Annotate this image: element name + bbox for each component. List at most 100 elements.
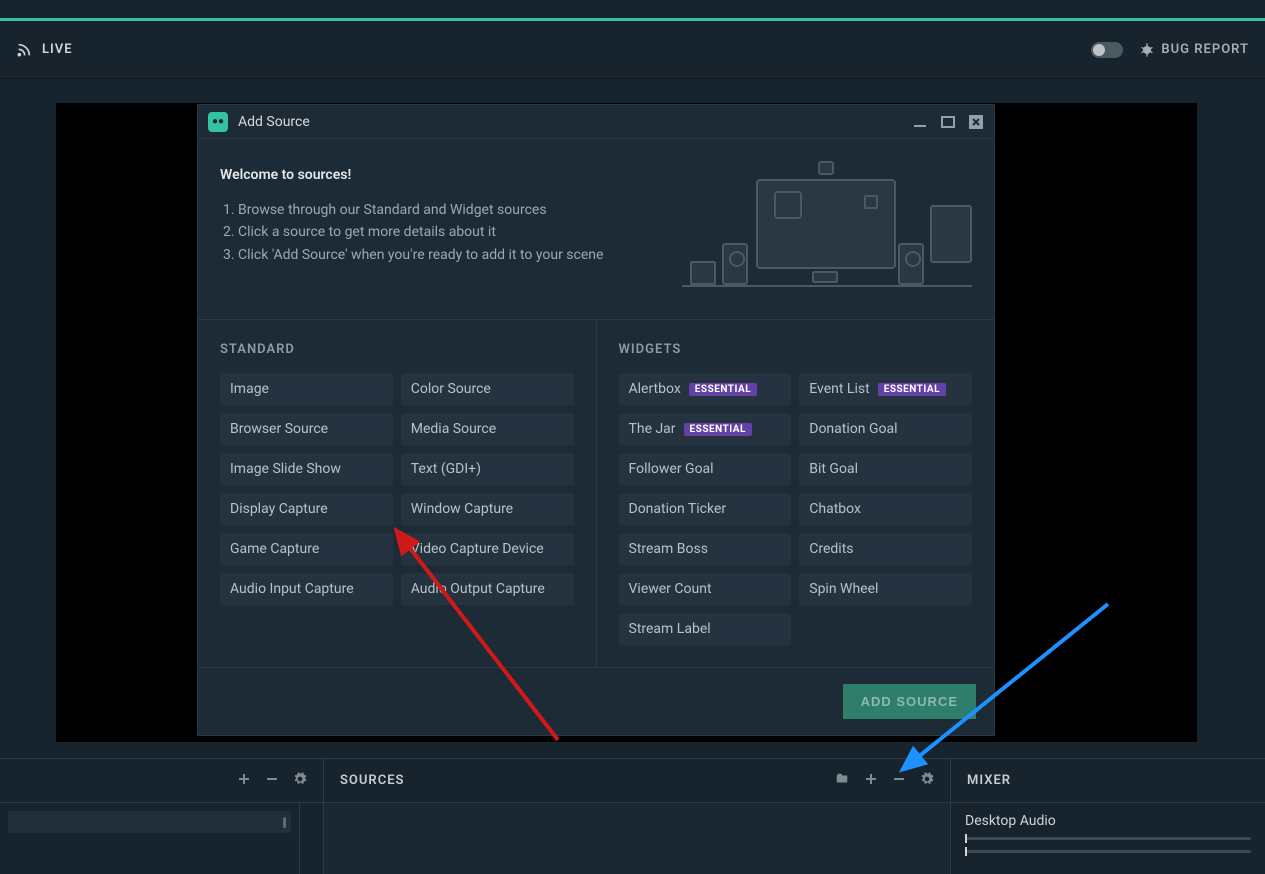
mixer-panel-body: Desktop Audio bbox=[951, 803, 1265, 874]
widget-item-label: Event List bbox=[809, 381, 869, 397]
widget-item-label: Follower Goal bbox=[629, 461, 714, 477]
add-source-dialog: ●● Add Source Welcome to sources! Browse… bbox=[197, 104, 995, 736]
widget-item-label: Donation Goal bbox=[809, 421, 897, 437]
widget-item-alertbox[interactable]: Alertbox ESSENTIAL bbox=[619, 373, 792, 405]
dialog-intro: Welcome to sources! Browse through our S… bbox=[198, 139, 994, 320]
essential-badge: ESSENTIAL bbox=[684, 423, 752, 436]
gear-icon[interactable] bbox=[293, 772, 307, 790]
widget-item-label: Donation Ticker bbox=[629, 501, 727, 517]
source-item-media-source[interactable]: Media Source bbox=[401, 413, 574, 445]
close-icon[interactable] bbox=[968, 115, 984, 129]
bug-report-label: BUG REPORT bbox=[1161, 42, 1249, 57]
widget-item-credits[interactable]: Credits bbox=[799, 533, 972, 565]
bug-report-button[interactable]: BUG REPORT bbox=[1139, 42, 1249, 58]
source-item-label: Image Slide Show bbox=[230, 461, 341, 477]
drag-handle-icon[interactable]: ||| bbox=[282, 815, 285, 829]
source-item-window-capture[interactable]: Window Capture bbox=[401, 493, 574, 525]
folder-icon[interactable] bbox=[834, 772, 850, 790]
widget-item-the-jar[interactable]: The Jar ESSENTIAL bbox=[619, 413, 792, 445]
widgets-heading: WIDGETS bbox=[619, 342, 973, 357]
mixer-label: MIXER bbox=[967, 773, 1011, 788]
source-item-label: Browser Source bbox=[230, 421, 328, 437]
add-source-button[interactable]: ADD SOURCE bbox=[843, 684, 976, 719]
widget-item-follower-goal[interactable]: Follower Goal bbox=[619, 453, 792, 485]
widget-sources-column: WIDGETS Alertbox ESSENTIAL Event List ESSEN… bbox=[597, 320, 995, 667]
source-item-display-capture[interactable]: Display Capture bbox=[220, 493, 393, 525]
widget-item-label: Bit Goal bbox=[809, 461, 858, 477]
standard-sources-column: STANDARD Image Color Source Browser Source… bbox=[198, 320, 597, 667]
maximize-icon[interactable] bbox=[940, 115, 956, 129]
widget-item-label: The Jar bbox=[629, 421, 676, 437]
source-item-text-gdi-[interactable]: Text (GDI+) bbox=[401, 453, 574, 485]
widget-item-donation-ticker[interactable]: Donation Ticker bbox=[619, 493, 792, 525]
essential-badge: ESSENTIAL bbox=[878, 383, 946, 396]
instruction-item: Click a source to get more details about… bbox=[238, 221, 603, 243]
sources-label: SOURCES bbox=[340, 773, 404, 788]
plus-icon[interactable] bbox=[864, 772, 878, 790]
bottom-panels: SOURCES MIXER ||| Desktop Audio bbox=[0, 758, 1265, 874]
widget-item-label: Chatbox bbox=[809, 501, 861, 517]
source-item-audio-input-capture[interactable]: Audio Input Capture bbox=[220, 573, 393, 605]
source-item-label: Media Source bbox=[411, 421, 496, 437]
mixer-volume-track[interactable] bbox=[965, 850, 1251, 853]
dialog-titlebar: ●● Add Source bbox=[198, 105, 994, 139]
source-item-image[interactable]: Image bbox=[220, 373, 393, 405]
topbar: LIVE BUG REPORT bbox=[0, 21, 1265, 79]
rss-icon bbox=[16, 42, 32, 58]
minus-icon[interactable] bbox=[265, 772, 279, 790]
widget-item-donation-goal[interactable]: Donation Goal bbox=[799, 413, 972, 445]
instruction-list: Browse through our Standard and Widget s… bbox=[220, 199, 603, 266]
source-item-label: Audio Input Capture bbox=[230, 581, 354, 597]
widget-item-label: Stream Label bbox=[629, 621, 711, 637]
welcome-illustration bbox=[682, 167, 972, 297]
instruction-item: Browse through our Standard and Widget s… bbox=[238, 199, 603, 221]
standard-heading: STANDARD bbox=[220, 342, 574, 357]
source-item-image-slide-show[interactable]: Image Slide Show bbox=[220, 453, 393, 485]
widget-item-label: Spin Wheel bbox=[809, 581, 878, 597]
source-item-color-source[interactable]: Color Source bbox=[401, 373, 574, 405]
scenes-panel-header bbox=[0, 759, 324, 803]
essential-badge: ESSENTIAL bbox=[689, 383, 757, 396]
dialog-footer: ADD SOURCE bbox=[198, 667, 994, 735]
minimize-icon[interactable] bbox=[912, 115, 928, 129]
mixer-item-label: Desktop Audio bbox=[965, 813, 1251, 829]
widget-item-viewer-count[interactable]: Viewer Count bbox=[619, 573, 792, 605]
source-item-video-capture-device[interactable]: Video Capture Device bbox=[401, 533, 574, 565]
widget-item-label: Stream Boss bbox=[629, 541, 708, 557]
gear-icon[interactable] bbox=[920, 772, 934, 790]
streamlabs-logo-icon: ●● bbox=[208, 112, 228, 132]
widget-item-chatbox[interactable]: Chatbox bbox=[799, 493, 972, 525]
mixer-volume-track[interactable] bbox=[965, 837, 1251, 840]
source-item-label: Audio Output Capture bbox=[411, 581, 545, 597]
minus-icon[interactable] bbox=[892, 772, 906, 790]
sources-panel-body[interactable] bbox=[324, 803, 951, 874]
source-item-label: Video Capture Device bbox=[411, 541, 544, 557]
instruction-item: Click 'Add Source' when you're ready to … bbox=[238, 244, 603, 266]
scene-row[interactable]: ||| bbox=[8, 811, 291, 833]
source-item-label: Text (GDI+) bbox=[411, 461, 481, 477]
source-item-label: Game Capture bbox=[230, 541, 319, 557]
widget-item-stream-boss[interactable]: Stream Boss bbox=[619, 533, 792, 565]
widget-item-label: Alertbox bbox=[629, 381, 681, 397]
widget-item-spin-wheel[interactable]: Spin Wheel bbox=[799, 573, 972, 605]
widget-item-event-list[interactable]: Event List ESSENTIAL bbox=[799, 373, 972, 405]
widget-item-bit-goal[interactable]: Bit Goal bbox=[799, 453, 972, 485]
widget-item-label: Viewer Count bbox=[629, 581, 712, 597]
source-item-audio-output-capture[interactable]: Audio Output Capture bbox=[401, 573, 574, 605]
source-item-label: Window Capture bbox=[411, 501, 513, 517]
mixer-panel-header: MIXER bbox=[951, 759, 1265, 803]
source-item-label: Image bbox=[230, 381, 269, 397]
widget-item-stream-label[interactable]: Stream Label bbox=[619, 613, 792, 645]
nightmode-toggle[interactable] bbox=[1091, 42, 1123, 58]
plus-icon[interactable] bbox=[237, 772, 251, 790]
dialog-title: Add Source bbox=[238, 114, 310, 130]
scenes-panel-body: ||| bbox=[0, 803, 300, 874]
widget-item-label: Credits bbox=[809, 541, 853, 557]
bug-icon bbox=[1139, 42, 1155, 58]
source-item-browser-source[interactable]: Browser Source bbox=[220, 413, 393, 445]
live-tab[interactable]: LIVE bbox=[16, 42, 73, 58]
sources-panel-header: SOURCES bbox=[324, 759, 951, 803]
source-item-label: Color Source bbox=[411, 381, 491, 397]
source-item-label: Display Capture bbox=[230, 501, 328, 517]
source-item-game-capture[interactable]: Game Capture bbox=[220, 533, 393, 565]
